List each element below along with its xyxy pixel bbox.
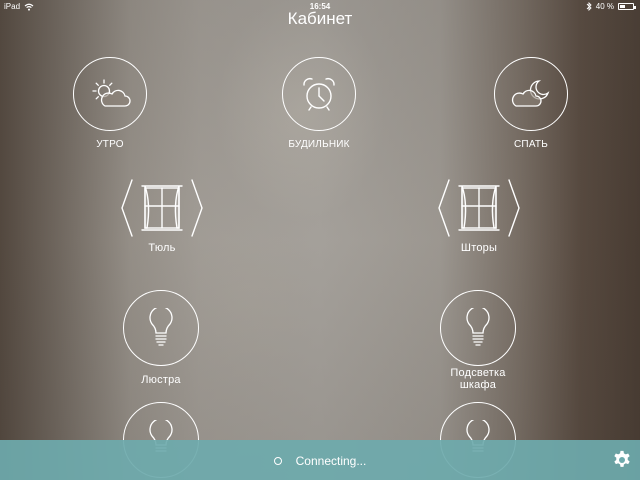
light-cabinet-label: Подсветка шкафа	[423, 367, 533, 391]
curtain-window-icon	[121, 179, 203, 237]
scene-morning-label: УТРО	[96, 139, 124, 150]
page-title: Кабинет	[287, 9, 353, 28]
blind-curtains-control[interactable]: Шторы	[424, 176, 534, 254]
scene-sleep-button[interactable]: СПАТЬ	[476, 57, 586, 151]
connection-status: Connecting...	[0, 454, 640, 468]
sun-cloud-icon	[92, 79, 131, 107]
light-cabinet-label-line2: шкафа	[459, 379, 497, 391]
scene-morning-button[interactable]: УТРО	[55, 57, 165, 151]
curtain-window-icon	[438, 179, 520, 237]
connection-spinner-icon	[273, 456, 282, 465]
alarm-clock-icon	[303, 77, 335, 111]
scene-sleep-circle	[494, 57, 568, 131]
scene-alarm-button[interactable]: БУДИЛЬНИК	[264, 57, 374, 151]
scene-alarm-label: БУДИЛЬНИК	[288, 139, 350, 150]
light-bulb-icon	[466, 308, 490, 346]
scene-sleep-label: СПАТЬ	[514, 139, 548, 150]
light-chandelier-circle	[123, 290, 199, 366]
light-cabinet-button[interactable]: Подсветка шкафа	[423, 290, 533, 391]
connection-status-text: Connecting...	[295, 454, 367, 468]
blind-tulle-control[interactable]: Тюль	[107, 176, 217, 254]
bottom-status-bar: Connecting...	[0, 440, 640, 480]
scene-alarm-circle	[282, 57, 356, 131]
light-chandelier-button[interactable]: Люстра	[106, 290, 216, 386]
light-cabinet-label-line1: Подсветка	[450, 367, 506, 379]
scene-morning-circle	[73, 57, 147, 131]
blind-curtains-label: Шторы	[460, 242, 498, 254]
light-bulb-icon	[149, 308, 173, 346]
light-cabinet-circle	[440, 290, 516, 366]
light-chandelier-label: Люстра	[141, 374, 181, 386]
blind-tulle-label: Тюль	[148, 242, 176, 254]
gear-icon[interactable]	[612, 450, 632, 470]
moon-cloud-icon	[511, 80, 550, 107]
